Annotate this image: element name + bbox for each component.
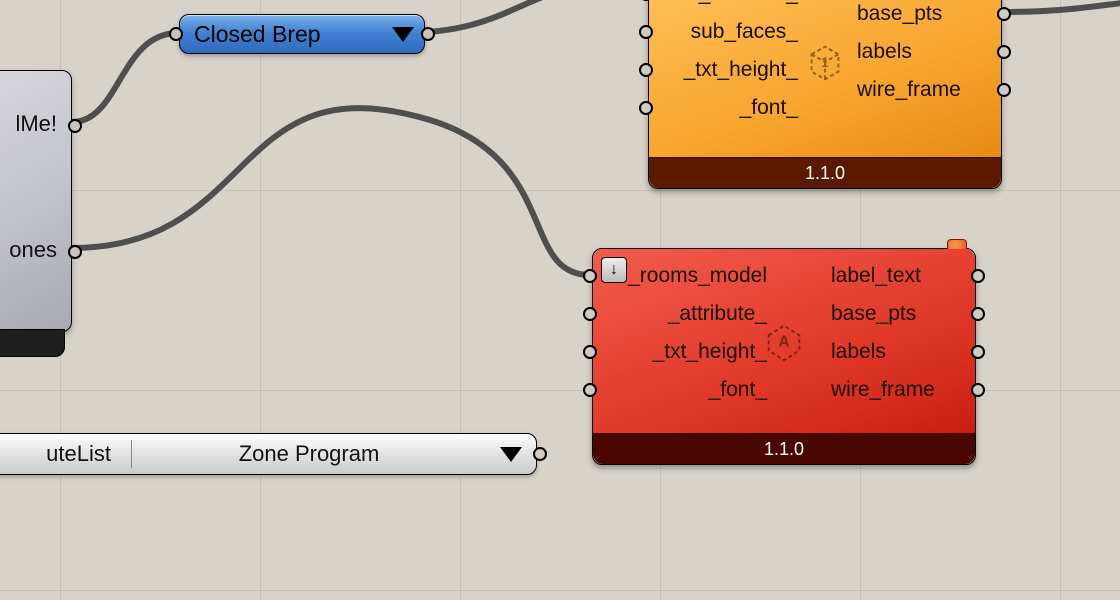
red-in-label: _attribute_ — [652, 302, 783, 326]
red-component[interactable]: ↓ A _rooms_model _attribute_ _txt_height… — [592, 248, 976, 465]
red-in-port[interactable] — [583, 269, 597, 283]
red-in-port[interactable] — [583, 345, 597, 359]
panel-right-label: Zone Program — [239, 441, 380, 467]
grey-output-port-0[interactable] — [68, 119, 82, 133]
red-out-port[interactable] — [971, 307, 985, 321]
capsule-output-port[interactable] — [421, 27, 435, 41]
red-in-port[interactable] — [583, 383, 597, 397]
red-out-port[interactable] — [971, 383, 985, 397]
orange-out-label: labels — [841, 40, 928, 64]
orange-in-port[interactable] — [639, 25, 653, 39]
orange-out-port[interactable] — [997, 45, 1011, 59]
orange-in-port[interactable] — [639, 63, 653, 77]
orange-in-port[interactable] — [639, 101, 653, 115]
value-list-panel[interactable]: uteList Zone Program — [0, 433, 537, 475]
grey-output-label: ones — [9, 237, 57, 263]
closed-brep-param[interactable]: Closed Brep — [179, 14, 425, 54]
grey-component[interactable]: lMe! ones — [0, 70, 72, 332]
panel-left-label: uteList — [46, 441, 111, 467]
chevron-down-icon[interactable] — [392, 27, 414, 42]
panel-output-port[interactable] — [533, 447, 547, 461]
chevron-down-icon[interactable] — [500, 447, 522, 462]
grey-component-footer — [0, 329, 65, 357]
orange-version-footer: 1.1.0 — [649, 157, 1001, 188]
orange-out-label: wire_frame — [841, 78, 977, 102]
orange-version-text: 1.1.0 — [805, 163, 845, 184]
orange-out-label: base_pts — [841, 2, 958, 26]
orange-out-port[interactable] — [997, 7, 1011, 21]
red-in-label: _font_ — [693, 378, 783, 402]
grey-output-label: lMe! — [15, 111, 57, 137]
orange-out-port[interactable] — [997, 83, 1011, 97]
red-out-port[interactable] — [971, 269, 985, 283]
red-out-label: label_text — [815, 264, 937, 288]
grey-output-port-1[interactable] — [68, 245, 82, 259]
red-in-port[interactable] — [583, 307, 597, 321]
svg-text:1: 1 — [821, 55, 829, 70]
red-out-port[interactable] — [971, 345, 985, 359]
orange-in-label: sub_faces_ — [675, 20, 814, 44]
red-version-footer: 1.1.0 — [593, 433, 975, 464]
orange-in-label: _attribute_ — [683, 0, 814, 6]
capsule-label: Closed Brep — [194, 21, 321, 48]
orange-in-label: _font_ — [724, 96, 814, 120]
red-in-label: _rooms_model — [612, 264, 783, 288]
orange-in-label: _txt_height_ — [668, 58, 814, 82]
red-in-label: _txt_height_ — [637, 340, 783, 364]
orange-component[interactable]: 1 _attribute_ sub_faces_ _txt_height_ _f… — [648, 0, 1002, 189]
red-version-text: 1.1.0 — [764, 439, 804, 460]
red-out-label: base_pts — [815, 302, 932, 326]
red-out-label: labels — [815, 340, 902, 364]
red-out-label: wire_frame — [815, 378, 951, 402]
capsule-input-port[interactable] — [169, 27, 183, 41]
